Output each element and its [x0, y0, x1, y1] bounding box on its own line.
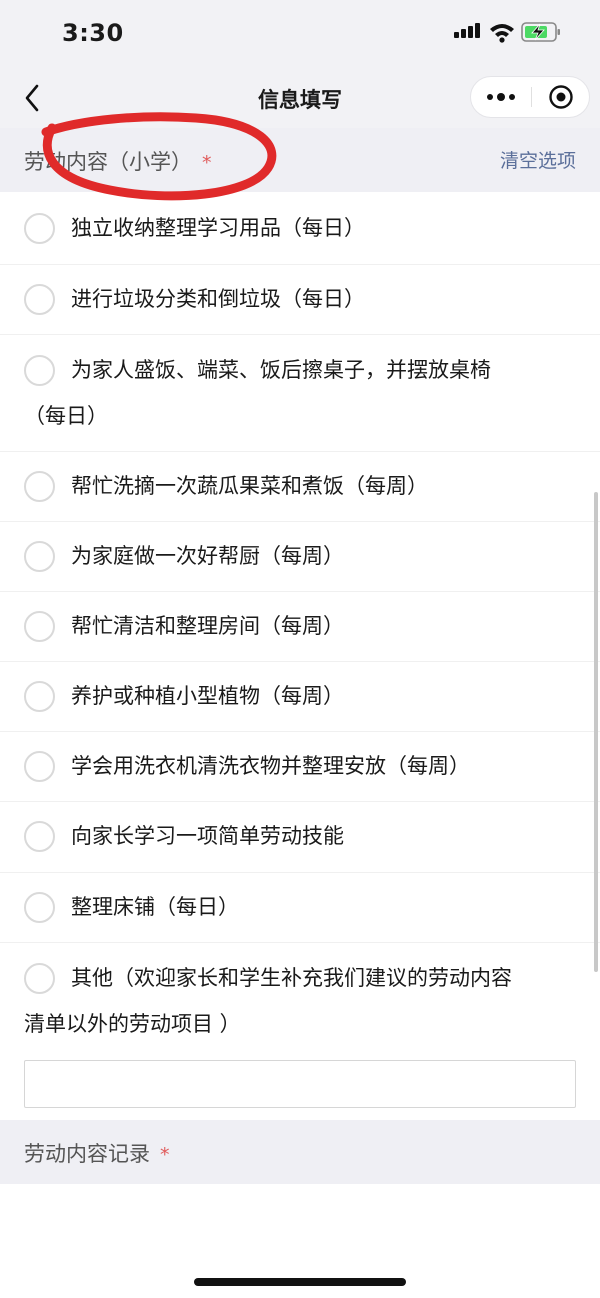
status-time: 3:30	[62, 19, 124, 47]
radio-button[interactable]	[24, 283, 55, 315]
more-button[interactable]	[471, 77, 531, 117]
section-title: 劳动内容（小学） *	[24, 146, 212, 176]
home-indicator	[194, 1278, 406, 1286]
radio-button[interactable]	[24, 891, 55, 923]
option-label: 进行垃圾分类和倒垃圾（每日）	[71, 287, 365, 311]
section-title-text: 劳动内容（小学）	[24, 150, 192, 174]
option-label: 帮忙洗摘一次蔬瓜果菜和煮饭（每周）	[71, 474, 428, 498]
section-header-labor-record: 劳动内容记录 *	[0, 1120, 600, 1184]
option-label: 帮忙清洁和整理房间（每周）	[71, 614, 344, 638]
option-item[interactable]: 进行垃圾分类和倒垃圾（每日）	[0, 265, 600, 335]
option-item-other[interactable]: 其他（欢迎家长和学生补充我们建议的劳动内容 清单以外的劳动项目 ）	[0, 943, 600, 1053]
signal-icon	[454, 23, 480, 38]
option-label: 为家庭做一次好帮厨（每周）	[71, 544, 344, 568]
radio-button[interactable]	[24, 820, 55, 852]
miniprogram-capsule	[470, 76, 590, 118]
more-dots-icon	[487, 93, 515, 101]
radio-button[interactable]	[24, 610, 55, 642]
radio-button[interactable]	[24, 680, 55, 712]
required-star: *	[202, 152, 212, 174]
option-label: 整理床铺（每日）	[71, 895, 239, 919]
radio-button[interactable]	[24, 354, 55, 386]
options-list: 独立收纳整理学习用品（每日） 进行垃圾分类和倒垃圾（每日） 为家人盛饭、端菜、饭…	[0, 193, 600, 1053]
close-miniprogram-button[interactable]	[531, 77, 591, 117]
radio-button[interactable]	[24, 212, 55, 244]
option-label-continued: 清单以外的劳动项目 ）	[24, 1012, 241, 1036]
option-item[interactable]: 养护或种植小型植物（每周）	[0, 662, 600, 732]
scrollbar[interactable]	[594, 492, 598, 972]
option-label: 向家长学习一项简单劳动技能	[71, 824, 344, 848]
option-label: 学会用洗衣机清洗衣物并整理安放（每周）	[71, 754, 470, 778]
status-bar: 3:30	[0, 0, 600, 68]
option-label: 养护或种植小型植物（每周）	[71, 684, 344, 708]
option-item[interactable]: 为家庭做一次好帮厨（每周）	[0, 522, 600, 592]
option-label: 其他（欢迎家长和学生补充我们建议的劳动内容	[71, 966, 512, 990]
other-text-input[interactable]	[24, 1060, 576, 1108]
option-item[interactable]: 帮忙清洁和整理房间（每周）	[0, 592, 600, 662]
wifi-icon	[490, 24, 514, 43]
required-star: *	[160, 1144, 170, 1166]
option-item[interactable]: 为家人盛饭、端菜、饭后擦桌子，并摆放桌椅 （每日）	[0, 335, 600, 452]
section-title-text: 劳动内容记录	[24, 1142, 150, 1166]
nav-bar: 信息填写	[0, 68, 600, 128]
status-icons	[454, 22, 562, 46]
battery-charging-icon	[521, 22, 560, 42]
option-item[interactable]: 独立收纳整理学习用品（每日）	[0, 193, 600, 265]
target-close-icon	[549, 85, 573, 109]
option-item[interactable]: 学会用洗衣机清洗衣物并整理安放（每周）	[0, 732, 600, 802]
option-item[interactable]: 整理床铺（每日）	[0, 873, 600, 943]
radio-button[interactable]	[24, 962, 55, 994]
radio-button[interactable]	[24, 540, 55, 572]
radio-button[interactable]	[24, 470, 55, 502]
option-label-continued: （每日）	[24, 404, 108, 428]
option-item[interactable]: 帮忙洗摘一次蔬瓜果菜和煮饭（每周）	[0, 452, 600, 522]
section-header-labor-content: 劳动内容（小学） * 清空选项	[0, 128, 600, 192]
clear-options-link[interactable]: 清空选项	[500, 146, 576, 173]
section-title: 劳动内容记录 *	[24, 1138, 170, 1168]
option-label: 为家人盛饭、端菜、饭后擦桌子，并摆放桌椅	[71, 358, 491, 382]
radio-button[interactable]	[24, 750, 55, 782]
option-item[interactable]: 向家长学习一项简单劳动技能	[0, 802, 600, 873]
option-label: 独立收纳整理学习用品（每日）	[71, 216, 365, 240]
